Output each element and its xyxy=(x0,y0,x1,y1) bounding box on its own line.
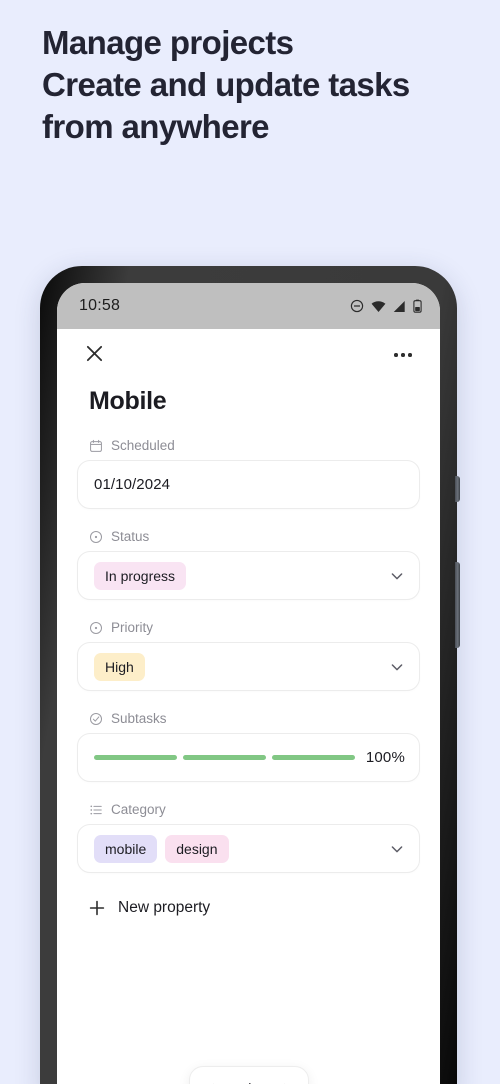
circle-dot-icon xyxy=(89,530,103,544)
plus-icon xyxy=(89,900,105,916)
chevron-down-icon[interactable] xyxy=(389,568,405,584)
progress-bars xyxy=(94,755,355,760)
circle-dot-icon xyxy=(89,621,103,635)
scheduled-date-value: 01/10/2024 xyxy=(94,476,171,493)
field-subtasks: Subtasks 100% xyxy=(77,711,420,782)
task-detail-content: Mobile Scheduled 01/10/2024 Status In pr… xyxy=(57,387,440,917)
close-icon xyxy=(85,344,104,366)
subtasks-progress[interactable]: 100% xyxy=(77,733,420,782)
field-label-text: Priority xyxy=(111,620,154,635)
field-label-text: Subtasks xyxy=(111,711,167,726)
field-category: Category mobile design xyxy=(77,802,420,873)
wifi-icon xyxy=(371,300,386,313)
check-circle-icon xyxy=(89,712,103,726)
app-bar xyxy=(57,329,440,381)
field-label-text: Category xyxy=(111,802,166,817)
field-scheduled: Scheduled 01/10/2024 xyxy=(77,438,420,509)
chevron-down-icon[interactable] xyxy=(389,659,405,675)
task-title: Mobile xyxy=(89,387,167,415)
new-property-button[interactable]: New property xyxy=(89,899,420,917)
status-select[interactable]: In progress xyxy=(77,551,420,600)
calendar-icon xyxy=(89,439,103,453)
field-priority: Priority High xyxy=(77,620,420,691)
headline-line-3: from anywhere xyxy=(42,108,270,145)
phone-mockup: 10:58 Mobile Scheduled 01/10/2024 Status… xyxy=(40,266,460,1084)
progress-segment xyxy=(182,755,266,760)
progress-segment xyxy=(271,755,355,760)
category-tags: mobile design xyxy=(94,834,229,863)
do-not-disturb-icon xyxy=(350,299,364,313)
status-bar: 10:58 xyxy=(57,283,440,329)
category-tag-mobile: mobile xyxy=(94,834,158,863)
phone-volume-button[interactable] xyxy=(455,562,460,648)
field-label-text: Status xyxy=(111,529,150,544)
status-badge: In progress xyxy=(94,561,187,590)
close-button[interactable] xyxy=(79,340,109,370)
field-label-subtasks: Subtasks xyxy=(89,711,420,726)
status-bar-icons xyxy=(350,299,422,313)
priority-select[interactable]: High xyxy=(77,642,420,691)
category-select[interactable]: mobile design xyxy=(77,824,420,873)
category-tag-design: design xyxy=(165,834,229,863)
progress-percent: 100% xyxy=(365,749,405,766)
headline-line-2: Create and update tasks xyxy=(42,66,410,103)
field-label-category: Category xyxy=(89,802,420,817)
field-status: Status In progress xyxy=(77,529,420,600)
phone-screen: 10:58 Mobile Scheduled 01/10/2024 Status… xyxy=(57,283,440,1084)
cellular-signal-icon xyxy=(393,300,406,313)
headline-line-1: Manage projects xyxy=(42,24,294,61)
progress-segment xyxy=(94,755,177,760)
field-label-priority: Priority xyxy=(89,620,420,635)
priority-badge: High xyxy=(94,652,145,681)
phone-power-button[interactable] xyxy=(455,476,460,502)
new-property-label: New property xyxy=(118,899,211,916)
scheduled-date-input[interactable]: 01/10/2024 xyxy=(77,460,420,509)
battery-icon xyxy=(413,299,422,313)
field-label-status: Status xyxy=(89,529,420,544)
more-options-icon xyxy=(394,353,412,357)
progress-row: 100% xyxy=(94,749,405,766)
page-navigator: 3 / 3 xyxy=(188,1066,309,1084)
page-counter: 3 / 3 xyxy=(234,1081,263,1084)
status-bar-time: 10:58 xyxy=(79,297,121,314)
field-label-scheduled: Scheduled xyxy=(89,438,420,453)
chevron-down-icon[interactable] xyxy=(389,841,405,857)
page-headline: Manage projects Create and update tasks … xyxy=(42,22,472,148)
list-icon xyxy=(89,803,103,817)
more-options-button[interactable] xyxy=(388,340,418,370)
field-label-text: Scheduled xyxy=(111,438,175,453)
